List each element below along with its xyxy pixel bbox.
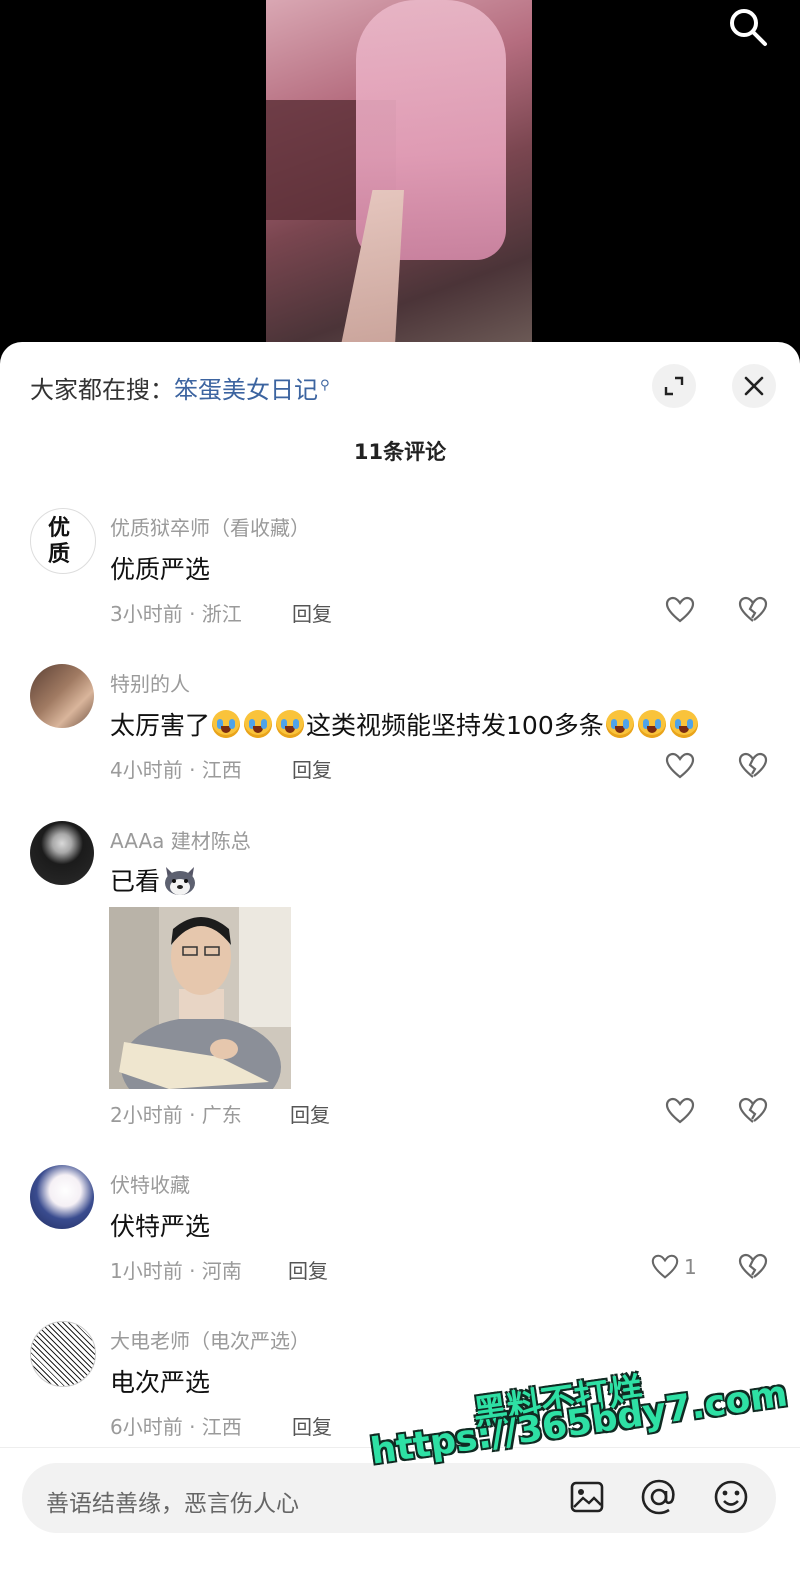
comment-text: 优质严选 <box>110 555 211 584</box>
comment-text-part: 这类视频能坚持发100多条 <box>306 711 604 740</box>
like-button[interactable]: 1 <box>650 1251 710 1283</box>
avatar[interactable] <box>30 821 94 885</box>
comment-time-location: 4小时前 · 江西 <box>110 758 242 782</box>
crying-emoji-icon <box>276 710 305 738</box>
broken-heart-icon[interactable] <box>737 1095 769 1127</box>
broken-heart-icon[interactable] <box>737 1251 769 1283</box>
small-search-icon: ⚲ <box>320 378 330 393</box>
image-icon[interactable] <box>568 1478 606 1516</box>
comment-username[interactable]: 大电老师（电次严选） <box>110 1325 310 1354</box>
search-icon[interactable] <box>726 5 770 49</box>
heart-icon[interactable] <box>664 750 696 782</box>
comment-username[interactable]: AAAa 建材陈总 <box>110 825 251 854</box>
comment-count-title: 11条评论 <box>353 440 447 464</box>
hot-search-keyword[interactable]: 笨蛋美女日记 <box>174 376 318 404</box>
comment-text-part: 太厉害了 <box>110 711 211 740</box>
comment-image[interactable] <box>109 907 291 1089</box>
avatar[interactable] <box>30 1165 94 1229</box>
close-icon <box>744 376 764 396</box>
heart-icon <box>651 1254 679 1279</box>
comment-input-placeholder[interactable]: 善语结善缘，恶言伤人心 <box>46 1484 299 1518</box>
crying-emoji-icon <box>244 710 273 738</box>
crying-emoji-icon <box>669 710 698 738</box>
person-reading-image <box>109 907 291 1089</box>
comment-time-location: 1小时前 · 河南 <box>110 1259 242 1283</box>
reply-button[interactable]: 回复 <box>292 754 332 783</box>
heart-icon[interactable] <box>664 1095 696 1127</box>
comment-username[interactable]: 伏特收藏 <box>110 1169 190 1198</box>
at-icon[interactable] <box>640 1478 678 1516</box>
reply-button[interactable]: 回复 <box>292 1411 332 1440</box>
close-button[interactable] <box>732 364 776 408</box>
expand-button[interactable] <box>652 364 696 408</box>
comment-username[interactable]: 特别的人 <box>110 668 190 697</box>
broken-heart-icon[interactable] <box>737 750 769 782</box>
avatar[interactable]: 优质 <box>30 508 96 574</box>
like-count: 1 <box>684 1255 697 1279</box>
heart-icon[interactable] <box>664 594 696 626</box>
video-frame[interactable] <box>266 0 532 345</box>
comment-text: 电次严选 <box>110 1368 211 1397</box>
crying-emoji-icon <box>637 710 666 738</box>
comment-time-location: 6小时前 · 江西 <box>110 1415 242 1439</box>
comment-time-location: 2小时前 · 广东 <box>110 1103 242 1127</box>
reply-button[interactable]: 回复 <box>292 598 332 627</box>
broken-heart-icon[interactable] <box>737 594 769 626</box>
husky-emoji-icon <box>165 867 196 895</box>
expand-icon <box>664 376 684 396</box>
comment-text: 伏特严选 <box>110 1212 211 1241</box>
avatar[interactable] <box>30 1321 96 1387</box>
reply-button[interactable]: 回复 <box>290 1099 330 1128</box>
avatar-text: 优质 <box>48 515 71 567</box>
comment-text: 太厉害了 这类视频能坚持发100多条 <box>110 706 700 742</box>
comment-text-part: 已看 <box>110 867 161 896</box>
comment-text: 已看 <box>110 862 198 898</box>
avatar[interactable] <box>30 664 94 728</box>
video-player[interactable] <box>0 0 800 345</box>
comment-time-location: 3小时前 · 浙江 <box>110 602 242 626</box>
emoji-icon[interactable] <box>712 1478 750 1516</box>
crying-emoji-icon <box>212 710 241 738</box>
hot-search-prefix: 大家都在搜： <box>30 376 174 404</box>
hot-search-bar[interactable]: 大家都在搜：笨蛋美女日记 ⚲ <box>30 370 330 405</box>
crying-emoji-icon <box>605 710 634 738</box>
comment-username[interactable]: 优质狱卒师（看收藏） <box>110 512 310 541</box>
reply-button[interactable]: 回复 <box>288 1255 328 1284</box>
